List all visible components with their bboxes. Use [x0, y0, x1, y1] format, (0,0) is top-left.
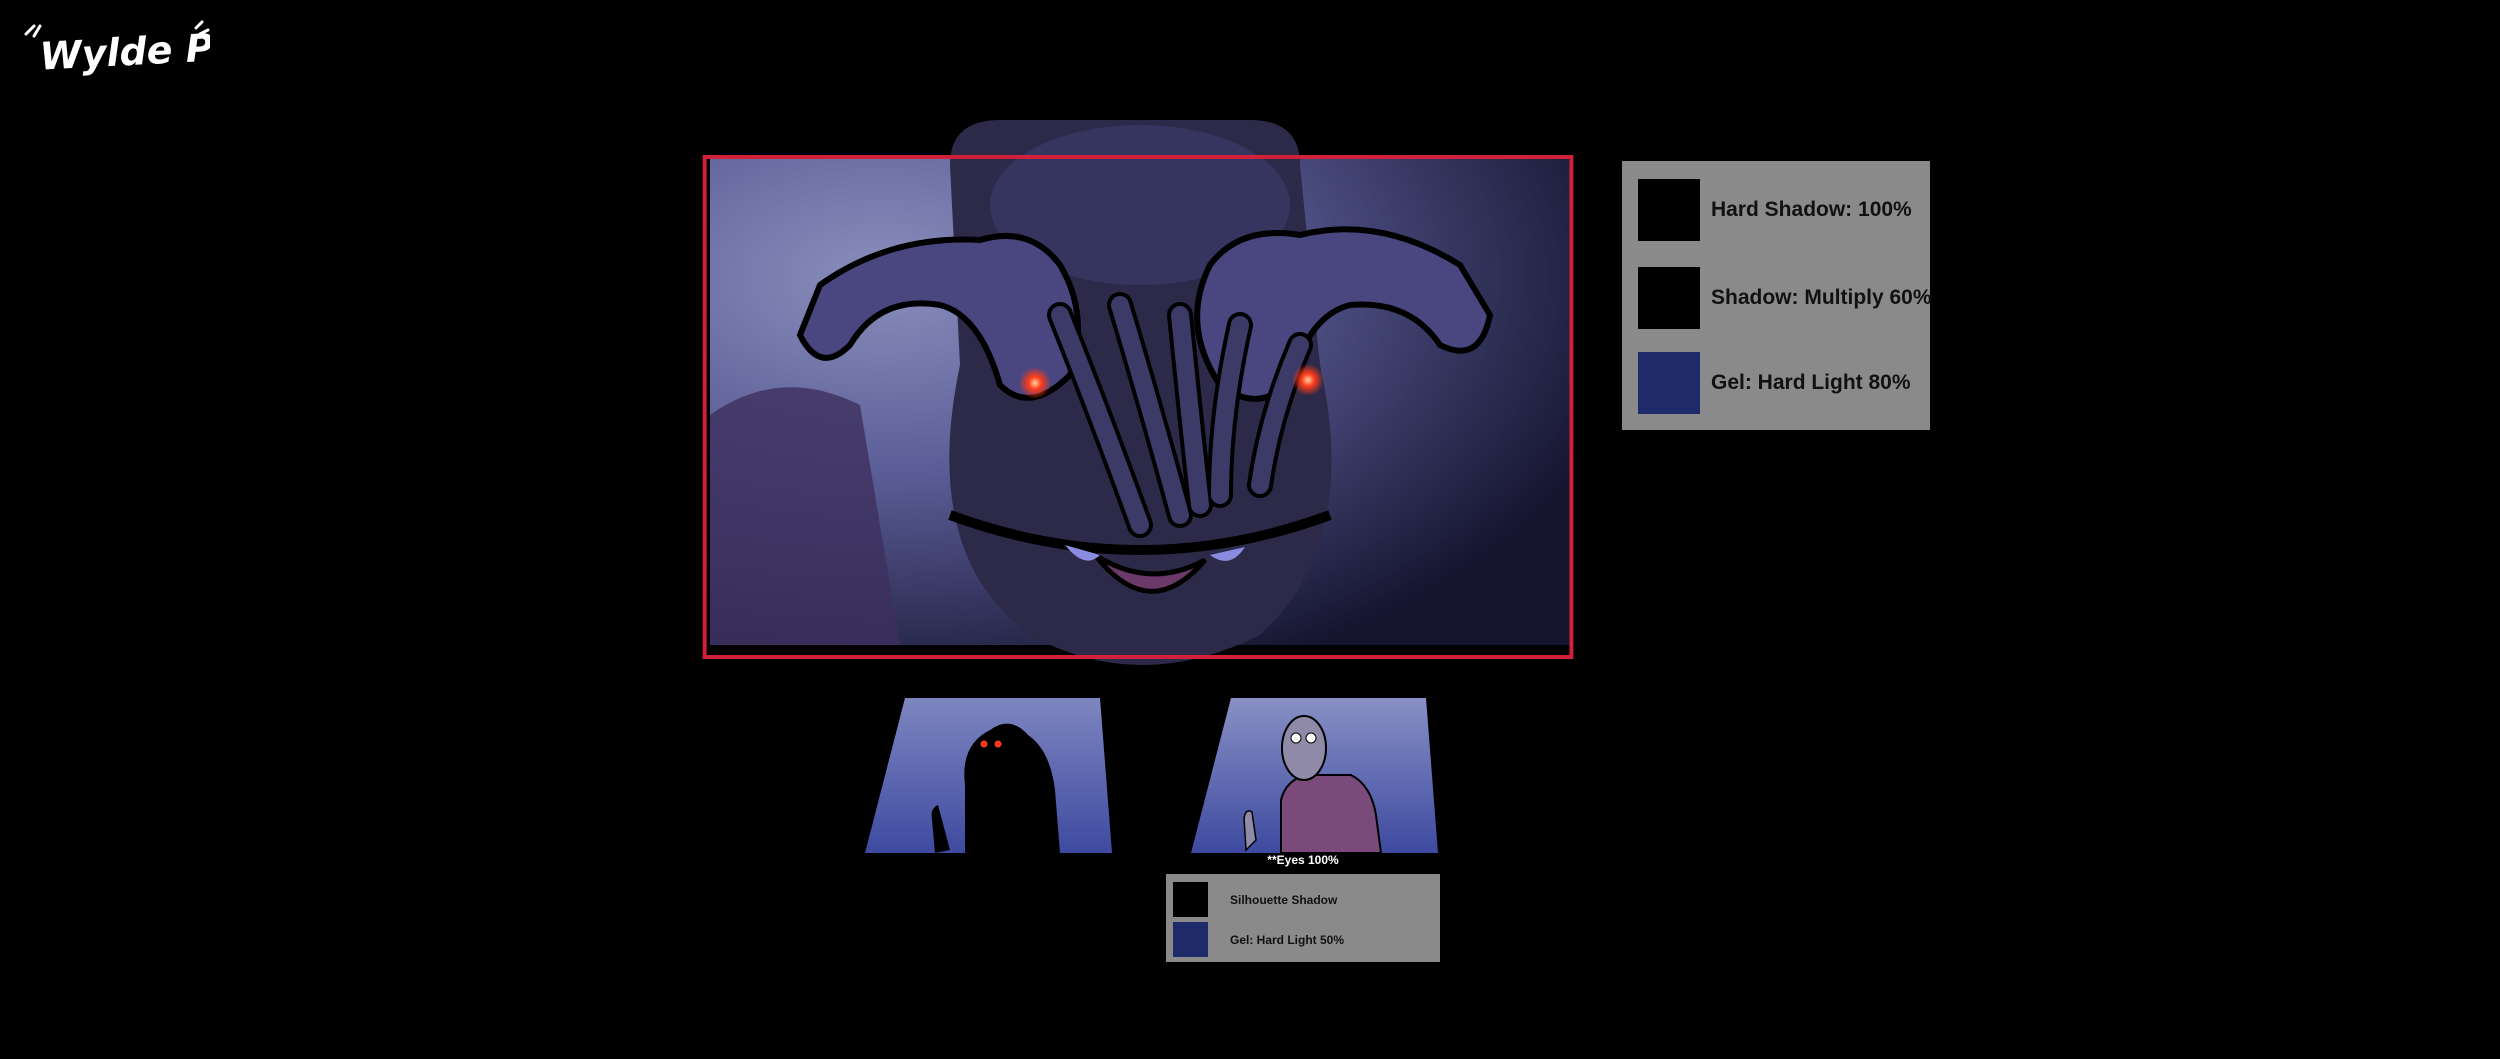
right-eye-glow	[1292, 364, 1324, 396]
legend-row-gel: Gel: Hard Light 80%	[1638, 352, 1911, 414]
thumbnail-lit-character	[1191, 698, 1438, 854]
legend-label: Silhouette Shadow	[1230, 892, 1338, 907]
wylde-pak-logo: Wylde Pak	[24, 20, 210, 78]
legend-label: Hard Shadow: 100%	[1711, 198, 1912, 221]
character-eye-right	[1305, 732, 1317, 744]
legend-row-gel-small: Gel: Hard Light 50%	[1173, 922, 1344, 957]
legend-label: Gel: Hard Light 50%	[1230, 932, 1345, 947]
legend-row-hard-shadow: Hard Shadow: 100%	[1638, 179, 1912, 241]
swatch-shadow-multiply	[1638, 267, 1700, 329]
lighting-legend-main: Hard Shadow: 100% Shadow: Multiply 60% G…	[1622, 161, 1932, 430]
legend-label: Shadow: Multiply 60%	[1711, 286, 1932, 309]
character-eye-left	[1290, 732, 1302, 744]
swatch-gel	[1638, 352, 1700, 414]
eyes-note: **Eyes 100%	[1267, 853, 1339, 867]
main-illustration-frame	[702, 120, 1574, 665]
swatch-silhouette	[1173, 882, 1208, 917]
logo-text: Wylde Pak	[39, 23, 210, 78]
legend-row-silhouette: Silhouette Shadow	[1173, 882, 1337, 917]
thumbnail-silhouette	[865, 698, 1112, 853]
silhouette-eye-left	[980, 740, 988, 748]
swatch-hard-shadow	[1638, 179, 1700, 241]
legend-label: Gel: Hard Light 80%	[1711, 371, 1911, 394]
left-eye-glow	[1019, 367, 1051, 399]
character-face	[1281, 715, 1327, 781]
legend-row-shadow-multiply: Shadow: Multiply 60%	[1638, 267, 1932, 329]
lighting-legend-small: Silhouette Shadow Gel: Hard Light 50%	[1166, 874, 1440, 962]
swatch-gel-small	[1173, 922, 1208, 957]
character-robe	[1280, 774, 1383, 854]
silhouette-eye-right	[994, 740, 1002, 748]
